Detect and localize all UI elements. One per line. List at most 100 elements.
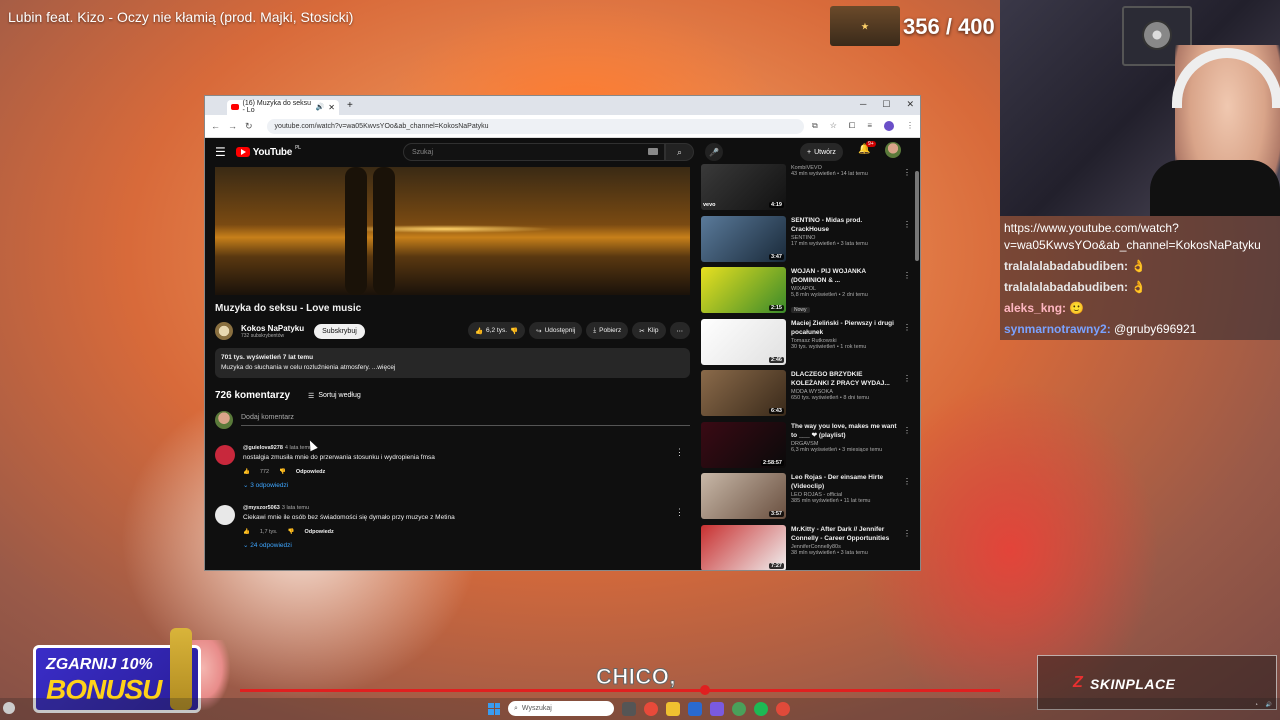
video-thumbnail[interactable]: 2:46 <box>701 318 786 365</box>
view-replies-button[interactable]: ⌄ 3 odpowiedzi <box>243 481 435 489</box>
recommendation-more-icon[interactable]: ⋮ <box>903 220 911 229</box>
recommendation-item[interactable]: 2:58:57 The way you love, makes me want … <box>701 421 913 474</box>
menu-lines-icon[interactable]: ≡ <box>867 121 872 131</box>
download-button[interactable]: ⤓ Pobierz <box>586 322 629 339</box>
thumbs-up-icon[interactable]: 👍 <box>243 529 250 535</box>
app-icon[interactable] <box>776 701 790 716</box>
reply-button[interactable]: Odpowiedz <box>304 529 333 535</box>
comment-more-icon[interactable]: ⋮ <box>675 447 684 458</box>
wifi-icon[interactable]: ◔ <box>1255 702 1258 708</box>
keyboard-icon[interactable] <box>648 148 658 155</box>
more-actions-button[interactable]: ⋯ <box>669 322 690 339</box>
video-thumbnail[interactable]: 3:57 <box>701 473 786 519</box>
hamburger-menu-icon[interactable]: ☰ <box>215 145 226 159</box>
thumbs-down-icon[interactable]: 👎 <box>510 327 518 335</box>
thumbs-up-icon[interactable]: 👍 <box>243 469 250 475</box>
subscribe-button[interactable]: Subskrybuj <box>314 323 365 339</box>
recommendation-more-icon[interactable]: ⋮ <box>903 477 911 486</box>
recommendation-item[interactable]: 3:47 SENTINO - Midas prod. CrackHouse SE… <box>701 215 913 268</box>
comment-author-avatar[interactable] <box>215 445 235 465</box>
search-button[interactable]: ⌕ <box>665 143 694 161</box>
taskbar-search-input[interactable]: ⌕ Wyszukaj <box>508 701 614 716</box>
recommendation-more-icon[interactable]: ⋮ <box>903 426 911 435</box>
youtube-logo[interactable]: YouTube PL <box>235 145 301 158</box>
speaker-icon[interactable]: 🔊 <box>316 103 325 111</box>
forward-button[interactable]: → <box>228 121 237 131</box>
recommendation-more-icon[interactable]: ⋮ <box>903 323 911 332</box>
comment-author[interactable]: @guielova9278 4 lata temu <box>243 445 435 451</box>
profile-avatar[interactable] <box>884 121 894 131</box>
task-view-icon[interactable] <box>622 701 636 716</box>
close-tab-icon[interactable]: ✕ <box>328 103 335 112</box>
recommendation-info: KombiVEVO 43 mln wyświetleń • 14 lat tem… <box>791 164 899 216</box>
clip-button[interactable]: ✂ Klip <box>632 322 666 339</box>
recommendation-title[interactable]: SENTINO - Midas prod. CrackHouse <box>791 216 899 234</box>
bookmark-star-icon[interactable]: ☆ <box>830 121 837 131</box>
new-tab-button[interactable]: + <box>347 100 353 111</box>
video-thumbnail[interactable]: vevo 4:19 <box>701 164 786 210</box>
recommendation-item[interactable]: 3:57 Leo Rojas - Der einsame Hirte (Vide… <box>701 473 913 525</box>
extensions-icon[interactable]: ⧠ <box>849 121 855 131</box>
recommendation-item[interactable]: 7:27 Mr.Kitty - After Dark // Jennifer C… <box>701 524 913 570</box>
thumbs-down-icon[interactable]: 👎 <box>288 529 295 535</box>
back-button[interactable]: ← <box>211 121 220 131</box>
account-avatar[interactable] <box>885 142 901 158</box>
recommendation-more-icon[interactable]: ⋮ <box>903 168 911 177</box>
chrome-icon[interactable] <box>644 701 658 716</box>
recommendation-title[interactable]: Leo Rojas - Der einsame Hirte (Videoclip… <box>791 473 899 491</box>
weather-widget[interactable] <box>3 702 15 714</box>
recommendation-item[interactable]: vevo 4:19 KombiVEVO 43 mln wyświetleń • … <box>701 164 913 216</box>
comment-more-icon[interactable]: ⋮ <box>675 507 684 518</box>
file-explorer-icon[interactable] <box>666 701 680 716</box>
recommendation-title[interactable]: WOJAN - PIJ WOJANKA (DOMINION & ... <box>791 267 899 285</box>
recommendation-item[interactable]: 2:15 WOJAN - PIJ WOJANKA (DOMINION & ...… <box>701 267 913 319</box>
start-windows-icon[interactable] <box>488 702 500 715</box>
search-input[interactable]: Szukaj <box>403 143 665 161</box>
comment-author-avatar[interactable] <box>215 505 235 525</box>
add-comment-input[interactable]: Dodaj komentarz <box>241 414 690 426</box>
minimize-button[interactable]: ─ <box>860 99 866 110</box>
browser-tab[interactable]: (16) Muzyka do seksu - Lo 🔊 ✕ <box>227 99 339 115</box>
recommendation-more-icon[interactable]: ⋮ <box>903 271 911 280</box>
url-field[interactable]: youtube.com/watch?v=wa05KwvsYOo&ab_chann… <box>266 118 805 134</box>
channel-name[interactable]: Kokos NaPatyku <box>241 324 304 333</box>
recommendation-title[interactable]: Maciej Zieliński - Pierwszy i drugi poca… <box>791 319 899 337</box>
tab-bar: (16) Muzyka do seksu - Lo 🔊 ✕ + ─ ☐ ✕ <box>205 96 920 115</box>
video-description[interactable]: 701 tys. wyświetleń 7 lat temu Muzyka do… <box>215 348 690 378</box>
recommendation-title[interactable]: Mr.Kitty - After Dark // Jennifer Connel… <box>791 525 899 543</box>
view-replies-button[interactable]: ⌄ 24 odpowiedzi <box>243 541 455 549</box>
comment-author[interactable]: @myszor5063 3 lata temu <box>243 505 455 511</box>
channel-avatar[interactable] <box>215 322 233 340</box>
discord-icon[interactable] <box>710 701 724 716</box>
close-window-button[interactable]: ✕ <box>906 99 914 110</box>
recommendation-title[interactable]: The way you love, makes me want to ___ ❤… <box>791 422 899 440</box>
video-thumbnail[interactable]: 7:27 <box>701 524 786 570</box>
browser-icon[interactable] <box>732 701 746 716</box>
thumbs-down-icon[interactable]: 👎 <box>279 469 286 475</box>
voice-search-button[interactable]: 🎤 <box>705 143 723 161</box>
recommendation-more-icon[interactable]: ⋮ <box>903 374 911 383</box>
scrollbar[interactable] <box>915 171 919 261</box>
volume-icon[interactable]: 🔊 <box>1266 702 1272 708</box>
reload-button[interactable]: ↻ <box>245 121 253 132</box>
recommendation-title[interactable]: DLACZEGO BRZYDKIE KOLEŻANKI Z PRACY WYDA… <box>791 370 899 388</box>
create-button[interactable]: + Utwórz <box>800 143 843 161</box>
reply-button[interactable]: Odpowiedz <box>296 469 325 475</box>
kebab-menu-icon[interactable]: ⋮ <box>906 121 914 131</box>
video-thumbnail[interactable]: 6:43 <box>701 370 786 416</box>
recommendation-item[interactable]: 2:46 Maciej Zieliński - Pierwszy i drugi… <box>701 318 913 371</box>
sort-button[interactable]: ☰ Sortuj według <box>308 392 361 400</box>
video-player[interactable] <box>215 167 690 295</box>
install-icon[interactable]: ⧉ <box>812 121 818 131</box>
maximize-button[interactable]: ☐ <box>882 99 890 110</box>
like-button[interactable]: 👍 6,2 tys. 👎 <box>467 322 526 339</box>
app-icon[interactable] <box>688 701 702 716</box>
recommendation-more-icon[interactable]: ⋮ <box>903 529 911 538</box>
video-thumbnail[interactable]: 3:47 <box>701 215 786 262</box>
share-button[interactable]: ↪ Udostępnij <box>529 322 583 339</box>
lyric-text: CHICO, <box>596 664 677 690</box>
video-thumbnail[interactable]: 2:58:57 <box>701 421 786 468</box>
spotify-icon[interactable] <box>754 701 768 716</box>
recommendation-item[interactable]: 6:43 DLACZEGO BRZYDKIE KOLEŻANKI Z PRACY… <box>701 370 913 422</box>
video-thumbnail[interactable]: 2:15 <box>701 267 786 313</box>
